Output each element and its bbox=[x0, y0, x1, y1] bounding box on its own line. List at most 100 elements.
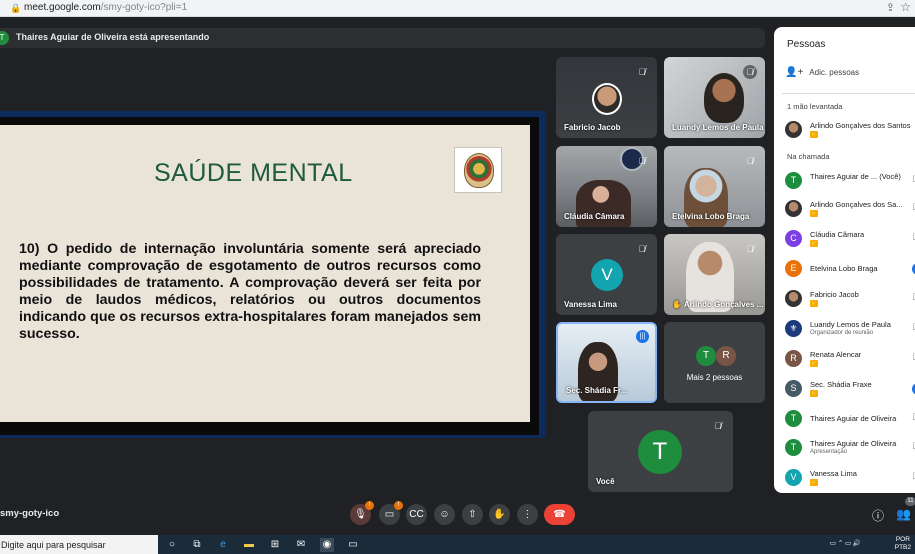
mic-off-icon: 🎙̸ bbox=[638, 156, 646, 166]
avatar: T bbox=[785, 439, 802, 456]
slide-body-text: 10) O pedido de internação involuntária … bbox=[19, 241, 481, 342]
participant-name: Cláudia Câmara bbox=[810, 230, 865, 239]
participant-name: Etelvina Lobo Braga bbox=[810, 264, 878, 273]
speaking-indicator-icon: ||| bbox=[636, 330, 649, 343]
slide-title: SAÚDE MENTAL bbox=[154, 159, 353, 187]
taskbar-search-input[interactable]: Digite aqui para pesquisar bbox=[0, 535, 158, 554]
participant-name: Etelvina Lobo Braga bbox=[672, 212, 750, 221]
raised-hands-header: 1 mão levantada bbox=[787, 102, 843, 111]
add-people-button[interactable]: 👤+ Adic. pessoas bbox=[785, 67, 859, 78]
meeting-details-icon[interactable]: ⓘ bbox=[872, 507, 884, 524]
system-tray-icons[interactable]: ▭ ⌃ ▭ 🔊 bbox=[830, 540, 861, 548]
participant-name: Fabricio Jacob bbox=[810, 290, 859, 299]
avatar: ⚜ bbox=[785, 320, 802, 337]
raised-hand-row[interactable]: Arlindo Gonçalves dos Santos ✋ bbox=[785, 119, 915, 141]
terminal-icon[interactable]: ▭ bbox=[346, 538, 360, 552]
share-icon[interactable]: ⇪ bbox=[886, 1, 895, 14]
people-list-item[interactable]: ⚜ Luandy Lemos de Paula Organizador de r… bbox=[785, 318, 915, 340]
participant-name: ✋ Arlindo Gonçalves ... bbox=[672, 300, 764, 309]
cortana-icon[interactable]: ○ bbox=[165, 538, 179, 552]
participant-name: Thaires Aguiar de ... (Você) bbox=[810, 172, 901, 181]
participant-tile-vanessa[interactable]: V 🎙̸ Vanessa Lima bbox=[556, 234, 657, 315]
task-view-icon[interactable]: ⧉ bbox=[190, 538, 204, 552]
participant-tile-fabricio[interactable]: 🎙̸ Fabricio Jacob bbox=[556, 57, 657, 138]
participant-tile-claudia[interactable]: 🎙̸ Cláudia Câmara bbox=[556, 146, 657, 227]
raised-hand-icon: ✋ bbox=[810, 360, 818, 367]
people-list-item[interactable]: V Vanessa Lima ✋ 🎙̸ bbox=[785, 467, 915, 489]
people-list-item[interactable]: Fabricio Jacob ✋ 🎙̸ bbox=[785, 288, 915, 310]
participant-name: Arlindo Gonçalves dos Santos bbox=[810, 121, 911, 130]
people-list-item[interactable]: T Thaires Aguiar de ... (Você) 🎙̸ bbox=[785, 170, 915, 192]
alert-badge: ! bbox=[365, 501, 374, 510]
present-now-button[interactable]: ⇧ bbox=[462, 504, 483, 525]
mic-toggle-button[interactable]: 🎙! bbox=[350, 501, 374, 525]
people-list-item[interactable]: Arlindo Gonçalves dos Sa... ✋ 🎙̸ bbox=[785, 198, 915, 220]
avatar: C bbox=[785, 230, 802, 247]
presenting-banner: T Thaires Aguiar de Oliveira está aprese… bbox=[0, 28, 765, 48]
avatar: E bbox=[785, 260, 802, 277]
avatar bbox=[592, 83, 622, 115]
participant-name: Fabricio Jacob bbox=[564, 123, 621, 132]
presenter-avatar: T bbox=[0, 31, 9, 45]
mic-off-icon: 🎙̸ bbox=[746, 156, 754, 166]
avatar: S bbox=[785, 380, 802, 397]
browser-address-bar[interactable]: 🔒 meet.google.com/smy-goty-ico?pli=1 ⇪ ☆ bbox=[0, 0, 915, 17]
people-list-item[interactable]: R Renata Alencar ✋ 🎙̸ bbox=[785, 348, 915, 370]
participant-tile-etelvina[interactable]: 🎙̸ Etelvina Lobo Braga bbox=[664, 146, 765, 227]
raised-hand-icon: ✋ bbox=[672, 300, 684, 309]
meeting-code: smy-goty-ico bbox=[0, 508, 60, 519]
mic-off-icon: 🎙̸ bbox=[638, 244, 646, 254]
shared-screen: SAÚDE MENTAL 10) O pedido de internação … bbox=[0, 111, 546, 438]
mic-off-icon: 🎙̸ bbox=[714, 421, 722, 431]
windows-taskbar: Digite aqui para pesquisar ○ ⧉ e ▬ ⊞ ✉ ◉… bbox=[0, 535, 915, 554]
participant-name: Você bbox=[596, 477, 615, 486]
people-list-item[interactable]: C Cláudia Câmara ✋ 🎙̸ bbox=[785, 228, 915, 250]
raise-hand-button[interactable]: ✋ bbox=[489, 504, 510, 525]
avatar: V bbox=[785, 469, 802, 486]
end-call-button[interactable]: ☎ bbox=[544, 504, 575, 525]
presentation-slide: SAÚDE MENTAL 10) O pedido de internação … bbox=[0, 125, 530, 422]
store-icon[interactable]: ⊞ bbox=[268, 538, 282, 552]
self-view-tile[interactable]: T 🎙̸ Você bbox=[588, 411, 733, 492]
raised-hand-icon: ✋ bbox=[810, 390, 818, 397]
avatar: V bbox=[591, 259, 623, 291]
camera-toggle-button[interactable]: ▭! bbox=[379, 501, 403, 525]
avatar: R bbox=[716, 346, 736, 366]
participant-name: Thaires Aguiar de Oliveira bbox=[810, 439, 897, 448]
edge-icon[interactable]: e bbox=[216, 538, 230, 552]
mic-off-icon: 🎙̸ bbox=[638, 67, 646, 77]
people-list-item[interactable]: S Sec. Shádia Fraxe ✋ bbox=[785, 378, 915, 400]
raised-hand-icon: ✋ bbox=[810, 240, 818, 247]
chrome-icon[interactable]: ◉ bbox=[320, 538, 334, 552]
language-indicator[interactable]: POR PTB2 bbox=[895, 536, 911, 552]
file-explorer-icon[interactable]: ▬ bbox=[242, 538, 256, 552]
people-icon[interactable]: 👥 bbox=[896, 507, 911, 521]
participant-tile-luandy[interactable]: 🎙̸ Luandy Lemos de Paula bbox=[664, 57, 765, 138]
participant-tile-shadia[interactable]: ||| Sec. Shádia Fr... bbox=[556, 322, 657, 403]
avatar: T bbox=[696, 346, 716, 366]
people-list-item[interactable]: T Thaires Aguiar de Oliveira Apresentaçã… bbox=[785, 437, 915, 459]
mail-icon[interactable]: ✉ bbox=[294, 538, 308, 552]
people-list-item[interactable]: E Etelvina Lobo Braga bbox=[785, 258, 915, 280]
presenting-text: Thaires Aguiar de Oliveira está apresent… bbox=[16, 32, 210, 42]
more-participants-tile[interactable]: T R Mais 2 pessoas bbox=[664, 322, 765, 403]
lock-icon: 🔒 bbox=[10, 3, 22, 13]
in-call-header: Na chamada bbox=[787, 152, 830, 161]
avatar bbox=[785, 121, 802, 138]
address-url[interactable]: meet.google.com/smy-goty-ico?pli=1 bbox=[24, 2, 187, 13]
reactions-button[interactable]: ☺ bbox=[434, 504, 455, 525]
more-options-button[interactable]: ⋮ bbox=[517, 504, 538, 525]
mic-off-icon: 🎙̸ bbox=[746, 244, 754, 254]
participant-name: Renata Alencar bbox=[810, 350, 862, 359]
people-list-item[interactable]: T Thaires Aguiar de Oliveira 🎙̸ bbox=[785, 408, 915, 430]
role-label: Organizador de reunião bbox=[810, 330, 874, 336]
bookmark-star-icon[interactable]: ☆ bbox=[900, 0, 911, 14]
captions-button[interactable]: CC bbox=[406, 504, 427, 525]
participant-name: Vanessa Lima bbox=[564, 300, 617, 309]
participant-tile-arlindo[interactable]: 🎙̸ ✋ Arlindo Gonçalves ... bbox=[664, 234, 765, 315]
participant-name: Cláudia Câmara bbox=[564, 212, 625, 221]
mic-off-icon: 🎙̸ bbox=[743, 65, 757, 79]
avatar bbox=[785, 200, 802, 217]
avatar: T bbox=[785, 172, 802, 189]
video-feed bbox=[704, 73, 744, 123]
